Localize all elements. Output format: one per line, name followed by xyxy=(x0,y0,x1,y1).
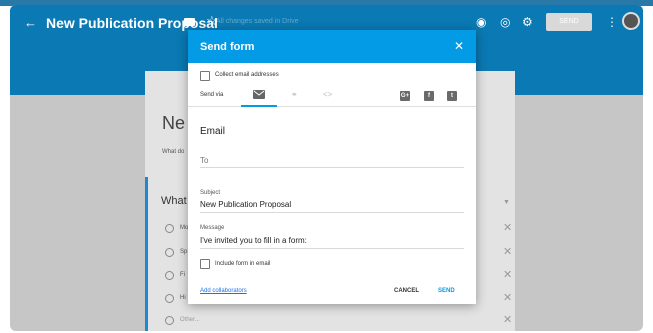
message-field[interactable]: I've invited you to fill in a form: xyxy=(200,236,307,245)
include-form-checkbox[interactable] xyxy=(200,259,210,269)
add-collaborators-link[interactable]: Add collaborators xyxy=(200,288,247,294)
collect-email-row[interactable]: Collect email addresses xyxy=(188,63,476,85)
back-arrow-icon[interactable]: ← xyxy=(24,15,37,30)
option-label-other[interactable]: Other... xyxy=(180,317,200,323)
remove-option-icon[interactable]: ✕ xyxy=(503,221,512,234)
to-field-underline xyxy=(200,167,464,168)
tab-email[interactable] xyxy=(241,85,277,107)
message-label: Message xyxy=(200,225,225,231)
remove-option-icon[interactable]: ✕ xyxy=(503,245,512,258)
option-label: Sp xyxy=(180,249,188,255)
include-form-label: Include form in email xyxy=(215,261,271,267)
app-window: ← New Publication Proposal ☆ All changes… xyxy=(10,5,643,331)
chevron-down-icon[interactable]: ▼ xyxy=(503,199,510,206)
subject-label: Subject xyxy=(200,190,221,196)
facebook-icon[interactable]: f xyxy=(424,91,434,101)
folder-icon[interactable] xyxy=(184,18,195,26)
email-icon xyxy=(253,90,265,99)
send-via-label: Send via xyxy=(200,92,224,98)
remove-option-icon[interactable]: ✕ xyxy=(503,268,512,281)
collect-email-checkbox[interactable] xyxy=(200,71,210,81)
subject-field-underline xyxy=(200,212,464,213)
to-field[interactable]: To xyxy=(200,156,208,165)
radio-option-icon xyxy=(165,271,174,280)
send-via-tabs: Send via ⚭ <> G+ f t xyxy=(188,85,476,107)
cancel-button[interactable]: CANCEL xyxy=(394,288,419,294)
google-plus-icon[interactable]: G+ xyxy=(400,91,410,101)
embed-code-icon[interactable]: <> xyxy=(323,90,332,99)
message-field-underline xyxy=(200,248,464,249)
remove-option-icon[interactable]: ✕ xyxy=(503,313,512,326)
email-section-title: Email xyxy=(200,126,226,137)
palette-icon[interactable]: ◉ xyxy=(476,15,486,29)
radio-option-icon xyxy=(165,224,174,233)
send-button[interactable]: SEND xyxy=(546,13,592,31)
collect-email-label: Collect email addresses xyxy=(215,72,279,78)
save-status: All changes saved in Drive xyxy=(216,18,299,25)
radio-option-icon xyxy=(165,248,174,257)
send-dialog-button[interactable]: SEND xyxy=(438,288,455,294)
option-label: Hi xyxy=(180,295,186,301)
send-form-dialog: Send form ✕ Collect email addresses Send… xyxy=(188,30,476,304)
subject-field[interactable]: New Publication Proposal xyxy=(200,200,291,209)
link-icon[interactable]: ⚭ xyxy=(291,90,298,99)
more-vert-icon[interactable]: ⋮ xyxy=(606,15,618,29)
close-icon[interactable]: ✕ xyxy=(454,39,464,53)
radio-option-icon xyxy=(165,316,174,325)
dialog-header: Send form ✕ xyxy=(188,30,476,63)
avatar[interactable] xyxy=(622,12,640,30)
dialog-title: Send form xyxy=(200,41,255,53)
preview-eye-icon[interactable]: ◎ xyxy=(500,15,510,29)
question-title: What xyxy=(161,195,187,207)
twitter-icon[interactable]: t xyxy=(447,91,457,101)
form-card-title: Ne xyxy=(162,113,186,133)
settings-gear-icon[interactable]: ⚙ xyxy=(522,15,533,29)
remove-option-icon[interactable]: ✕ xyxy=(503,291,512,304)
form-card-description: What do xyxy=(162,149,185,155)
option-label: Fi xyxy=(180,272,185,278)
radio-option-icon xyxy=(165,294,174,303)
